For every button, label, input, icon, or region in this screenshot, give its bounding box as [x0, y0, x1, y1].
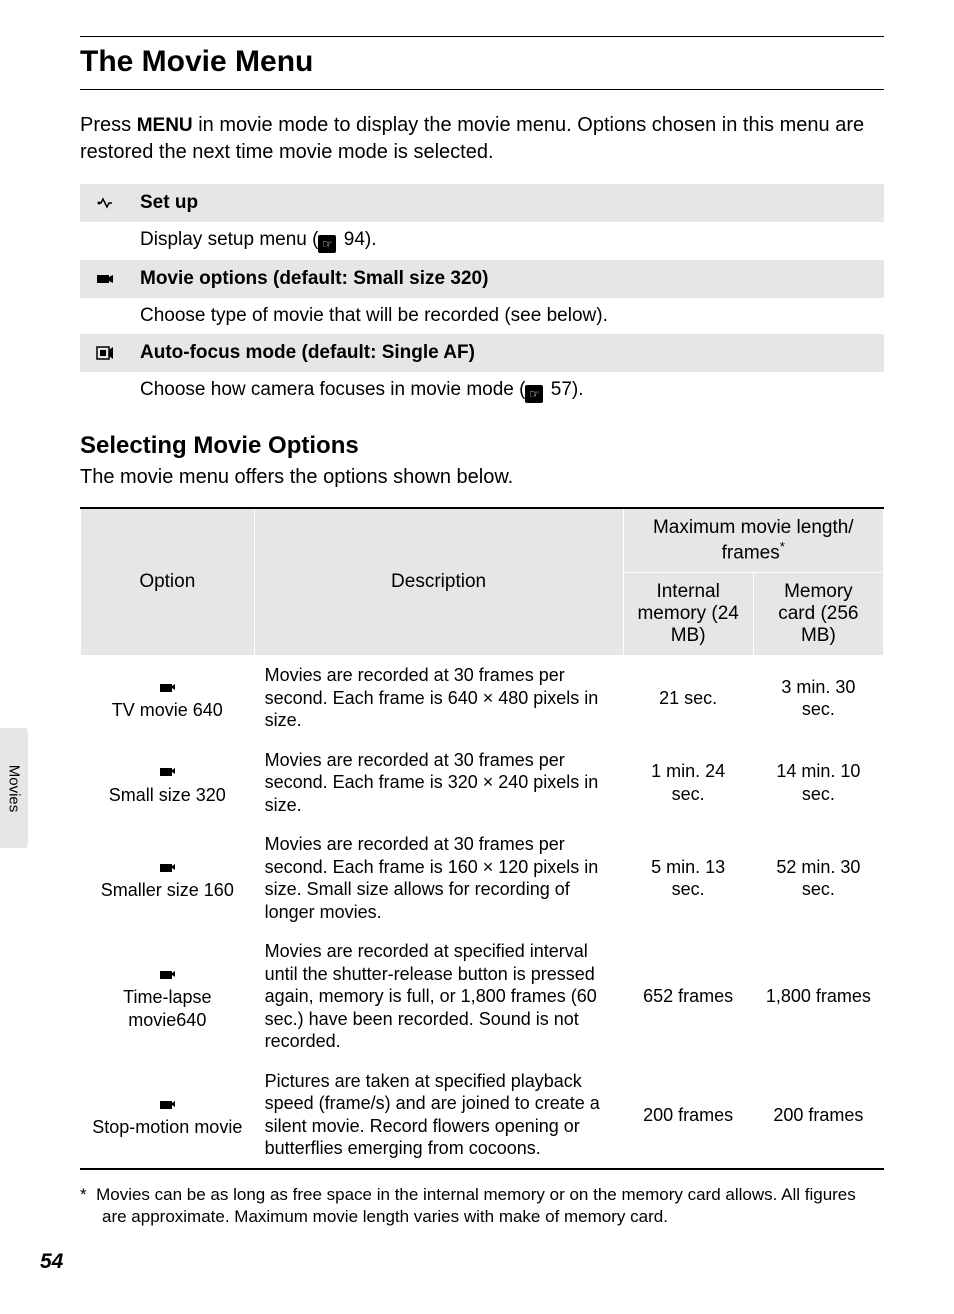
memory-card-value: 14 min. 10 sec.	[753, 740, 883, 825]
col-option: Option	[81, 508, 255, 656]
memory-card-value: 1,800 frames	[753, 932, 883, 1062]
menu-icon	[80, 184, 130, 222]
manual-ref-icon: ☞	[318, 235, 336, 253]
internal-memory-value: 21 sec.	[623, 656, 753, 741]
col-card: Memory card (256 MB)	[753, 573, 883, 656]
menu-icon	[80, 260, 130, 298]
footnote: * Movies can be as long as free space in…	[80, 1184, 884, 1228]
option-description: Pictures are taken at specified playback…	[254, 1061, 623, 1169]
menu-icon	[80, 334, 130, 372]
table-row: Smaller size 160	[81, 825, 255, 932]
subheading: Selecting Movie Options	[80, 432, 884, 460]
section-tab-label: Movies	[6, 764, 23, 812]
internal-memory-value: 5 min. 13 sec.	[623, 825, 753, 932]
menu-item-desc: Display setup menu (☞ 94).	[130, 222, 884, 260]
menu-item-title: Movie options (default: Small size 320)	[130, 260, 884, 298]
col-maxlen-text: Maximum movie length/ frames	[653, 517, 854, 563]
maxlen-star: *	[780, 539, 785, 554]
col-internal: Internal memory (24 MB)	[623, 573, 753, 656]
internal-memory-value: 200 frames	[623, 1061, 753, 1169]
memory-card-value: 52 min. 30 sec.	[753, 825, 883, 932]
movie-mode-icon	[157, 1091, 177, 1114]
option-description: Movies are recorded at 30 frames per sec…	[254, 740, 623, 825]
sub-intro: The movie menu offers the options shown …	[80, 466, 884, 489]
intro-text-after: in movie mode to display the movie menu.…	[80, 114, 864, 163]
movie-options-table: Option Description Maximum movie length/…	[80, 507, 884, 1170]
menu-label: MENU	[137, 115, 193, 136]
movie-mode-icon	[157, 855, 177, 878]
internal-memory-value: 1 min. 24 sec.	[623, 740, 753, 825]
option-description: Movies are recorded at 30 frames per sec…	[254, 825, 623, 932]
menu-item-title: Set up	[130, 184, 884, 222]
manual-ref-icon: ☞	[525, 385, 543, 403]
memory-card-value: 3 min. 30 sec.	[753, 656, 883, 741]
title-bar: The Movie Menu	[80, 45, 884, 90]
option-description: Movies are recorded at specified interva…	[254, 932, 623, 1062]
intro-paragraph: Press MENU in movie mode to display the …	[80, 112, 884, 166]
col-description: Description	[254, 508, 623, 656]
section-tab: Movies	[0, 728, 28, 848]
page-title: The Movie Menu	[80, 45, 313, 78]
table-row: Small size 320	[81, 740, 255, 825]
menu-item-desc: Choose type of movie that will be record…	[130, 298, 884, 334]
memory-card-value: 200 frames	[753, 1061, 883, 1169]
col-maxlen: Maximum movie length/ frames*	[623, 508, 883, 573]
footnote-text: Movies can be as long as free space in t…	[96, 1185, 856, 1226]
movie-mode-icon	[157, 962, 177, 985]
option-description: Movies are recorded at 30 frames per sec…	[254, 656, 623, 741]
page-number: 54	[40, 1250, 63, 1274]
intro-text-before: Press	[80, 114, 137, 136]
menu-item-title: Auto-focus mode (default: Single AF)	[130, 334, 884, 372]
table-row: Time-lapse movie640	[81, 932, 255, 1062]
table-row: Stop-motion movie	[81, 1061, 255, 1169]
internal-memory-value: 652 frames	[623, 932, 753, 1062]
movie-mode-icon	[157, 759, 177, 782]
movie-mode-icon	[157, 675, 177, 698]
menu-summary-table: Set upDisplay setup menu (☞ 94).Movie op…	[80, 184, 884, 410]
menu-item-desc: Choose how camera focuses in movie mode …	[130, 372, 884, 410]
table-row: TV movie 640	[81, 656, 255, 741]
footnote-star: *	[80, 1185, 87, 1204]
